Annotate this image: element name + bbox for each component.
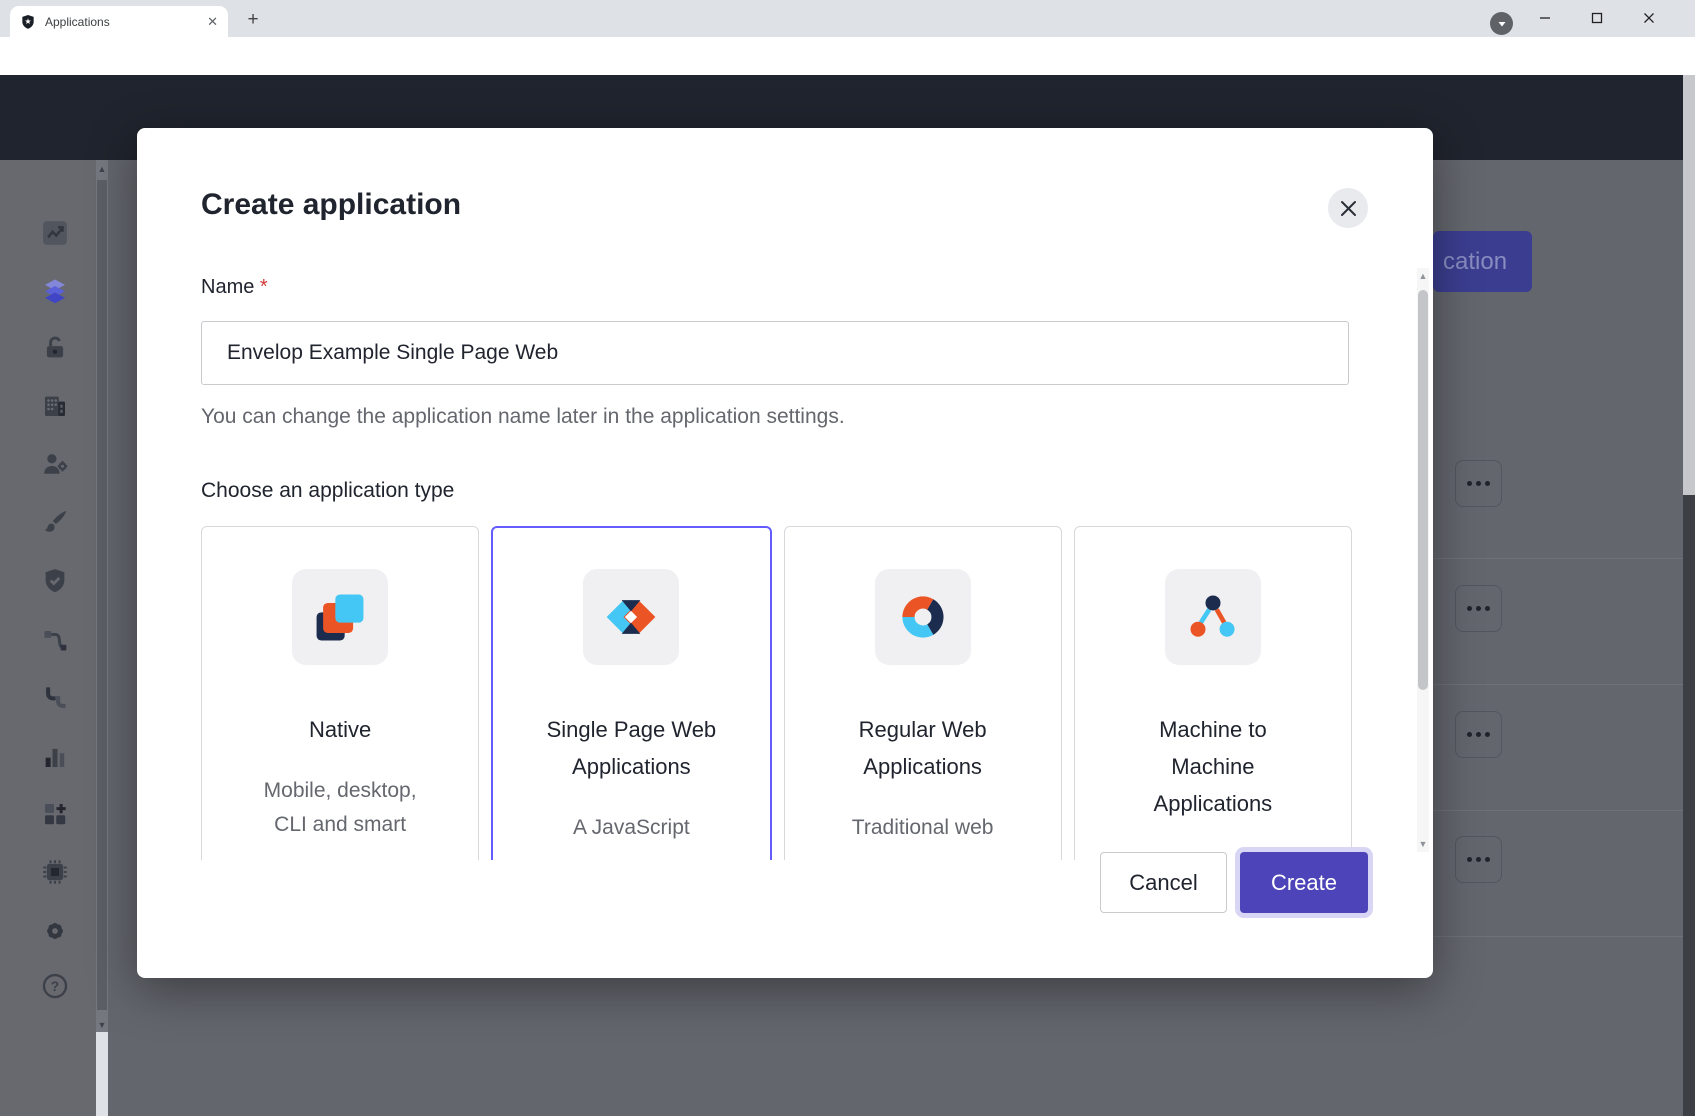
help-icon: ? bbox=[40, 971, 70, 1001]
application-type-cards: Native Mobile, desktop, CLI and smart Si… bbox=[201, 526, 1352, 860]
spa-diamonds-icon bbox=[601, 587, 661, 647]
cancel-button[interactable]: Cancel bbox=[1100, 852, 1227, 913]
card-description: A JavaScript bbox=[531, 811, 731, 845]
row-menu-button bbox=[1455, 460, 1502, 507]
application-type-label: Choose an application type bbox=[201, 479, 454, 503]
page-scrollbar-thumb[interactable] bbox=[1683, 75, 1695, 495]
row-menu-button bbox=[1455, 585, 1502, 632]
card-description: Mobile, desktop, CLI and smart bbox=[240, 774, 440, 842]
app-type-card-native[interactable]: Native Mobile, desktop, CLI and smart bbox=[201, 526, 479, 860]
actions-flow-icon bbox=[40, 626, 70, 656]
modal-scroll-up-icon[interactable]: ▲ bbox=[1417, 269, 1429, 283]
close-icon bbox=[1340, 200, 1357, 217]
regular-web-icon-tile bbox=[875, 569, 971, 665]
scroll-up-icon: ▲ bbox=[96, 162, 108, 176]
marketplace-icon bbox=[40, 799, 70, 829]
auth0-favicon-icon bbox=[20, 14, 36, 30]
card-title: Machine to Machine Applications bbox=[1118, 711, 1308, 822]
row-menu-button bbox=[1455, 711, 1502, 758]
chrome-update-indicator-icon[interactable] bbox=[1490, 12, 1513, 35]
app-type-card-spa[interactable]: Single Page Web Applications A JavaScrip… bbox=[491, 526, 771, 860]
card-title: Native bbox=[245, 711, 435, 748]
required-asterisk: * bbox=[260, 276, 268, 298]
regular-web-donut-icon bbox=[893, 587, 953, 647]
native-icon-tile bbox=[292, 569, 388, 665]
window-close-button[interactable] bbox=[1632, 4, 1666, 32]
modal-close-button[interactable] bbox=[1328, 188, 1368, 228]
branding-brush-icon bbox=[40, 507, 70, 537]
sidebar: ? bbox=[0, 160, 96, 1116]
svg-text:?: ? bbox=[51, 979, 59, 994]
screen: Applications ✕ + manage.auth0.com/dashbo… bbox=[0, 0, 1695, 1116]
settings-gear-icon bbox=[40, 916, 70, 946]
activity-icon bbox=[40, 218, 70, 248]
modal-scroll-down-icon[interactable]: ▼ bbox=[1417, 837, 1429, 851]
app-type-card-m2m[interactable]: Machine to Machine Applications bbox=[1074, 526, 1352, 860]
extensions-chip-icon bbox=[40, 857, 70, 887]
tab-title: Applications bbox=[45, 15, 198, 29]
application-name-input[interactable] bbox=[201, 321, 1349, 385]
browser-tab-strip: Applications ✕ + bbox=[0, 0, 1695, 37]
window-maximize-button[interactable] bbox=[1580, 4, 1614, 32]
new-tab-button[interactable]: + bbox=[240, 7, 266, 33]
modal-title: Create application bbox=[201, 188, 461, 222]
browser-tab[interactable]: Applications ✕ bbox=[10, 6, 228, 37]
create-button[interactable]: Create bbox=[1240, 852, 1368, 913]
modal-scrollbar-thumb[interactable] bbox=[1418, 290, 1428, 690]
row-menu-button bbox=[1455, 836, 1502, 883]
card-title: Regular Web Applications bbox=[828, 711, 1018, 785]
monitoring-bars-icon bbox=[40, 742, 70, 772]
unlock-authentication-icon bbox=[40, 333, 70, 363]
scroll-down-icon: ▼ bbox=[96, 1018, 108, 1032]
card-description: Traditional web bbox=[823, 811, 1023, 845]
security-shield-icon bbox=[40, 566, 70, 596]
layers-applications-icon bbox=[40, 276, 70, 306]
name-label: Name * bbox=[201, 276, 268, 299]
name-help-text: You can change the application name late… bbox=[201, 405, 845, 429]
window-minimize-button[interactable] bbox=[1528, 4, 1562, 32]
auth-pipeline-icon bbox=[40, 683, 70, 713]
tab-close-icon[interactable]: ✕ bbox=[207, 15, 218, 28]
user-management-icon bbox=[40, 449, 70, 479]
native-stack-icon bbox=[310, 587, 370, 647]
sidebar-scrollbar-thumb bbox=[97, 180, 107, 1010]
organizations-icon bbox=[40, 391, 70, 421]
m2m-network-icon bbox=[1183, 587, 1243, 647]
spa-icon-tile bbox=[583, 569, 679, 665]
create-application-button-cut: cation bbox=[1433, 231, 1532, 292]
app-type-card-regular-web[interactable]: Regular Web Applications Traditional web bbox=[784, 526, 1062, 860]
card-title: Single Page Web Applications bbox=[536, 711, 726, 785]
create-application-modal: Create application Name * You can change… bbox=[137, 128, 1433, 978]
m2m-icon-tile bbox=[1165, 569, 1261, 665]
browser-toolbar: manage.auth0.com/dashboard/eu/dream-watc… bbox=[0, 37, 1695, 75]
